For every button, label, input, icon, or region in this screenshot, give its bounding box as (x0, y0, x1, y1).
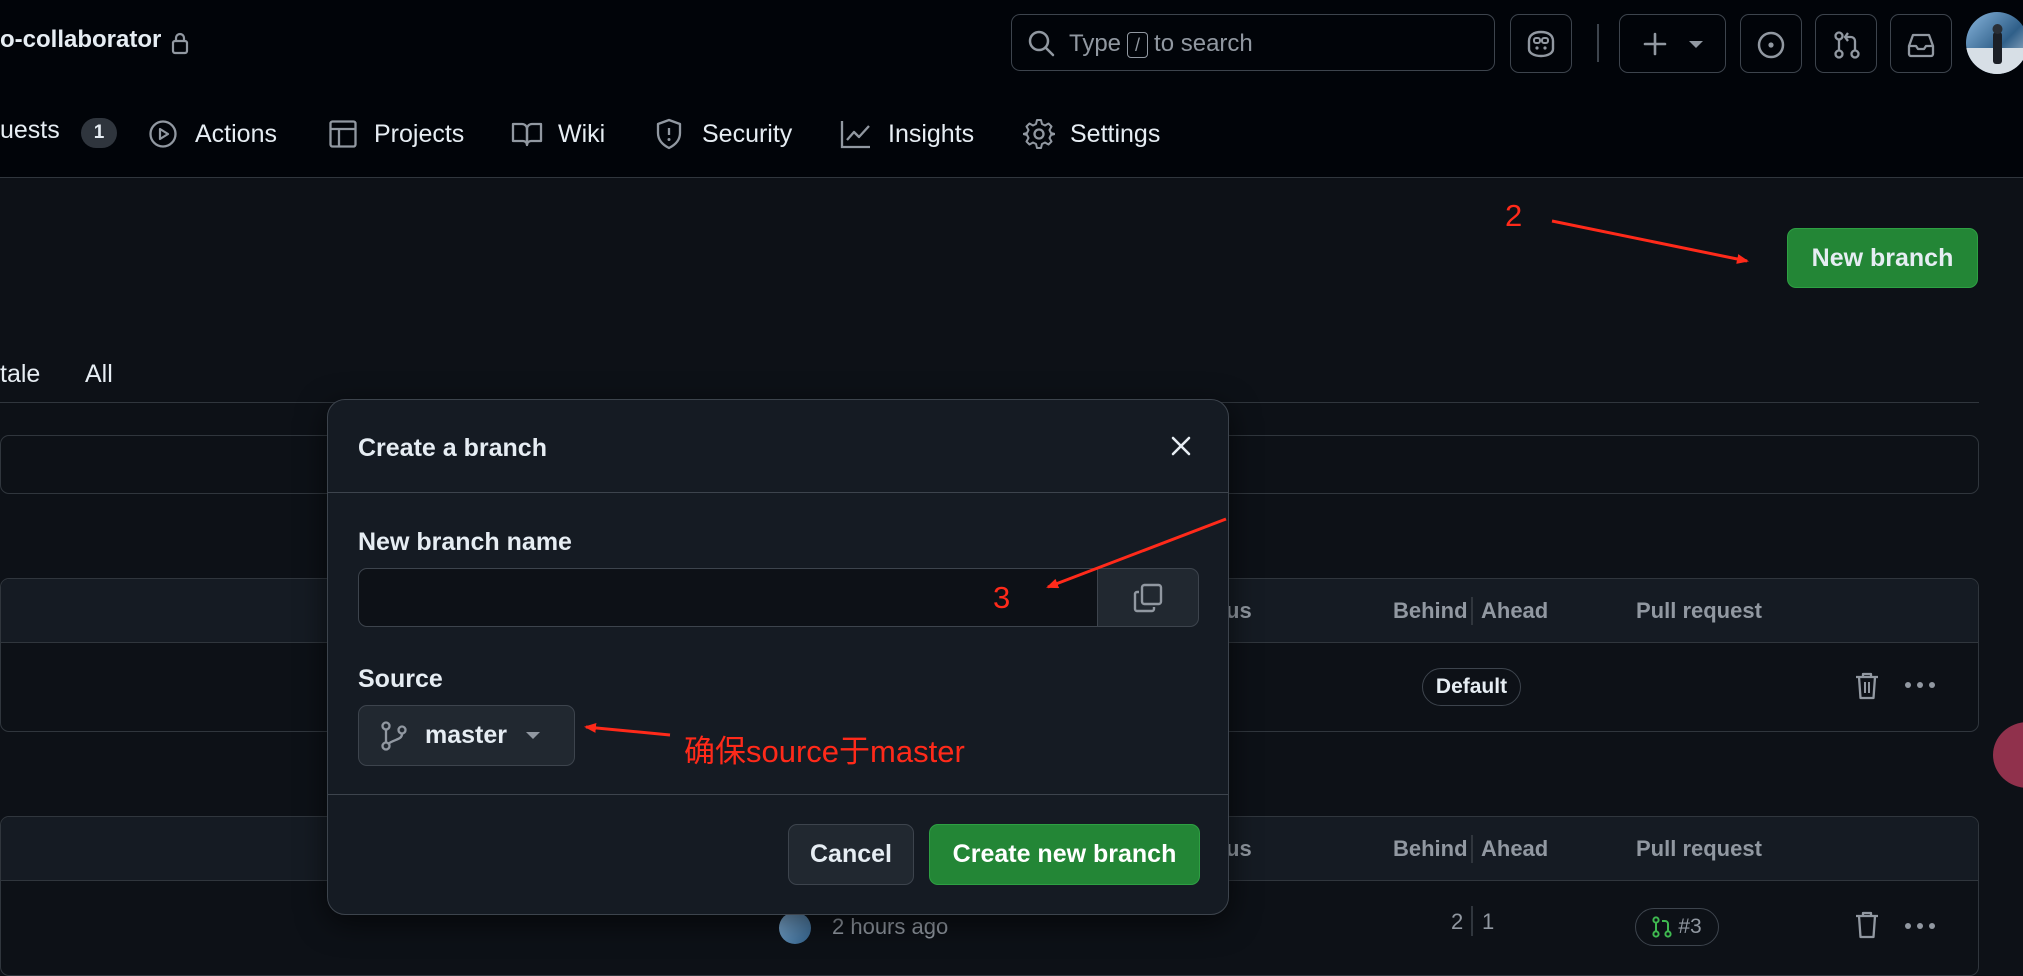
col-ahead-header: Ahead (1481, 836, 1549, 861)
tab-pull-requests[interactable]: uests 1 (0, 116, 118, 156)
behind-ahead-separator (1471, 906, 1473, 936)
behind-count: 2 (1451, 909, 1464, 934)
source-label: Source (358, 665, 443, 693)
branch-name-label: New branch name (358, 528, 572, 556)
col-status-header: us (1226, 836, 1252, 861)
issue-icon (1756, 30, 1786, 60)
search-placeholder: Type / to search (1069, 30, 1253, 58)
book-icon (511, 119, 543, 149)
kebab-horizontal-icon (1905, 923, 1935, 929)
default-badge: Default (1422, 668, 1521, 706)
delete-branch-button[interactable] (1854, 671, 1880, 701)
col-separator (1471, 835, 1473, 863)
col-pull-request-header: Pull request (1636, 598, 1762, 623)
search-shortcut-key: / (1127, 32, 1149, 58)
create-new-branch-button[interactable]: Create new branch (929, 824, 1200, 885)
lock-icon (170, 31, 190, 55)
col-behind-header: Behind (1393, 598, 1468, 623)
git-branch-icon (381, 720, 407, 751)
dialog-title: Create a branch (358, 434, 547, 462)
play-icon (148, 119, 178, 149)
header-divider (1597, 24, 1599, 62)
filter-all[interactable]: All (85, 360, 113, 389)
pull-requests-count-badge: 1 (80, 118, 118, 148)
create-branch-dialog: Create a branch New branch name Source m… (327, 399, 1229, 915)
ahead-count: 1 (1482, 909, 1495, 934)
more-options-button[interactable] (1904, 922, 1936, 930)
user-avatar[interactable] (1966, 12, 2023, 74)
close-button[interactable] (1170, 435, 1192, 457)
gear-icon (1023, 118, 1055, 150)
chevron-down-icon (526, 731, 540, 739)
copy-icon (1133, 583, 1163, 612)
annotation-source-note: 确保source于master (684, 734, 965, 769)
issues-button[interactable] (1740, 14, 1802, 73)
more-options-button[interactable] (1904, 681, 1936, 689)
arrow-to-new-branch (1551, 219, 1749, 264)
trash-icon (1856, 911, 1878, 939)
new-branch-button[interactable]: New branch (1787, 228, 1978, 288)
kebab-horizontal-icon (1905, 682, 1935, 688)
dialog-footer-divider (328, 794, 1228, 795)
branch-name-input[interactable] (358, 568, 1099, 627)
pull-request-icon (1652, 916, 1672, 938)
cancel-button[interactable]: Cancel (788, 824, 914, 885)
table-icon (328, 119, 358, 149)
pull-request-link[interactable]: #3 (1635, 908, 1719, 946)
graph-icon (840, 119, 872, 149)
copy-button[interactable] (1097, 568, 1199, 627)
source-branch-value: master (425, 721, 507, 749)
pull-request-icon (1832, 30, 1862, 60)
shield-icon (655, 118, 683, 150)
col-status-header: us (1226, 598, 1252, 623)
col-separator (1471, 597, 1473, 625)
chevron-down-icon (1688, 40, 1704, 50)
col-ahead-header: Ahead (1481, 598, 1549, 623)
copilot-icon (1525, 29, 1557, 59)
floating-badge[interactable] (1993, 722, 2023, 788)
filter-stale[interactable]: tale (0, 360, 40, 389)
inbox-button[interactable] (1890, 14, 1952, 73)
col-behind-header: Behind (1393, 836, 1468, 861)
search-input[interactable]: Type / to search (1011, 14, 1495, 71)
committer-avatar[interactable] (779, 912, 811, 944)
inbox-icon (1906, 30, 1936, 60)
updated-time: 2 hours ago (832, 914, 949, 939)
trash-icon (1856, 672, 1878, 700)
delete-branch-button[interactable] (1854, 910, 1880, 940)
annotation-step-3: 3 (993, 580, 1011, 615)
search-icon (1027, 29, 1055, 57)
plus-icon (1642, 31, 1668, 57)
pull-requests-button[interactable] (1815, 14, 1877, 73)
dialog-header-divider (328, 492, 1228, 493)
col-pull-request-header: Pull request (1636, 836, 1762, 861)
repo-name[interactable]: o-collaborator (0, 26, 161, 54)
close-icon (1171, 436, 1191, 456)
annotation-step-2: 2 (1505, 198, 1523, 233)
source-branch-select[interactable]: master (358, 705, 575, 766)
copilot-button[interactable] (1510, 14, 1572, 73)
create-new-button[interactable] (1619, 14, 1726, 73)
repo-header: o-collaborator Type / to search uests 1 … (0, 0, 2023, 178)
